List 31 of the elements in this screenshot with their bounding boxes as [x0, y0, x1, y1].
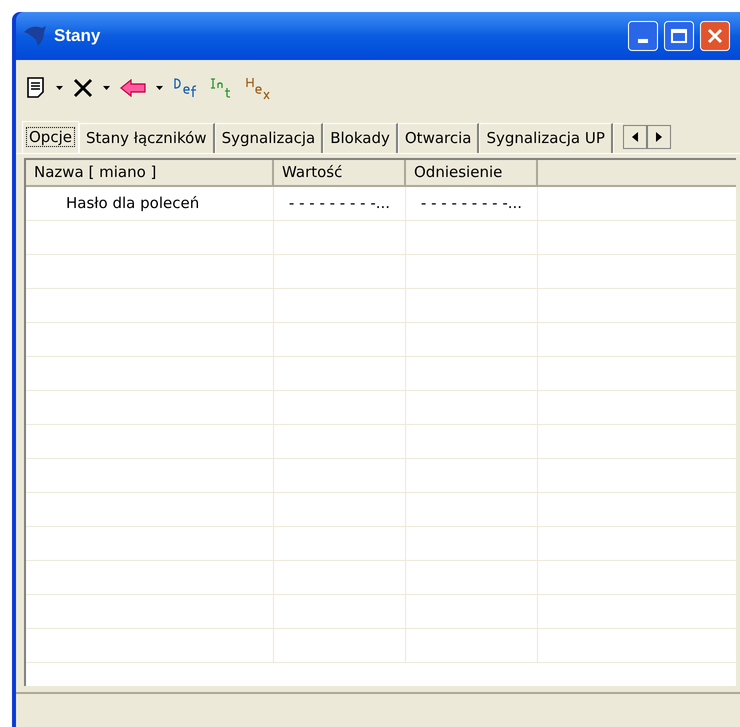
hex-format-icon[interactable] [245, 76, 271, 100]
dropdown-caret-icon[interactable] [156, 86, 163, 90]
table-cell: Hasło dla poleceń [26, 187, 274, 220]
maximize-button[interactable] [664, 21, 694, 51]
def-format-icon[interactable] [173, 77, 199, 99]
column-header[interactable]: Nazwa [ miano ] [26, 160, 274, 187]
table-cell: - - - - - - - - -... [274, 187, 406, 220]
scroll-right-button[interactable] [646, 125, 671, 149]
dropdown-caret-icon[interactable] [103, 86, 110, 90]
tab[interactable]: Opcje [22, 121, 79, 153]
close-button[interactable] [700, 21, 730, 51]
dropdown-caret-icon[interactable] [56, 86, 63, 90]
close-icon [706, 27, 724, 45]
minimize-button[interactable] [628, 21, 658, 51]
tab[interactable]: Sygnalizacja [214, 123, 324, 153]
scroll-left-button[interactable] [622, 125, 647, 149]
tab[interactable]: Sygnalizacja UP [479, 123, 613, 153]
table-cell: - - - - - - - - -... [406, 187, 538, 220]
column-header[interactable]: Odniesienie [406, 160, 538, 187]
delete-icon[interactable] [73, 78, 93, 98]
window-title: Stany [54, 25, 100, 48]
tab[interactable]: Stany łączników [78, 123, 215, 153]
document-icon[interactable] [26, 77, 46, 99]
tab[interactable]: Blokady [323, 123, 398, 153]
tab[interactable]: Otwarcia [398, 123, 480, 153]
tab[interactable] [612, 123, 623, 153]
left-arrow-icon[interactable] [120, 79, 146, 97]
dolphin-icon [22, 24, 48, 48]
right-triangle-icon [656, 132, 662, 142]
column-header[interactable]: Wartość [274, 160, 406, 187]
left-triangle-icon [632, 132, 638, 142]
